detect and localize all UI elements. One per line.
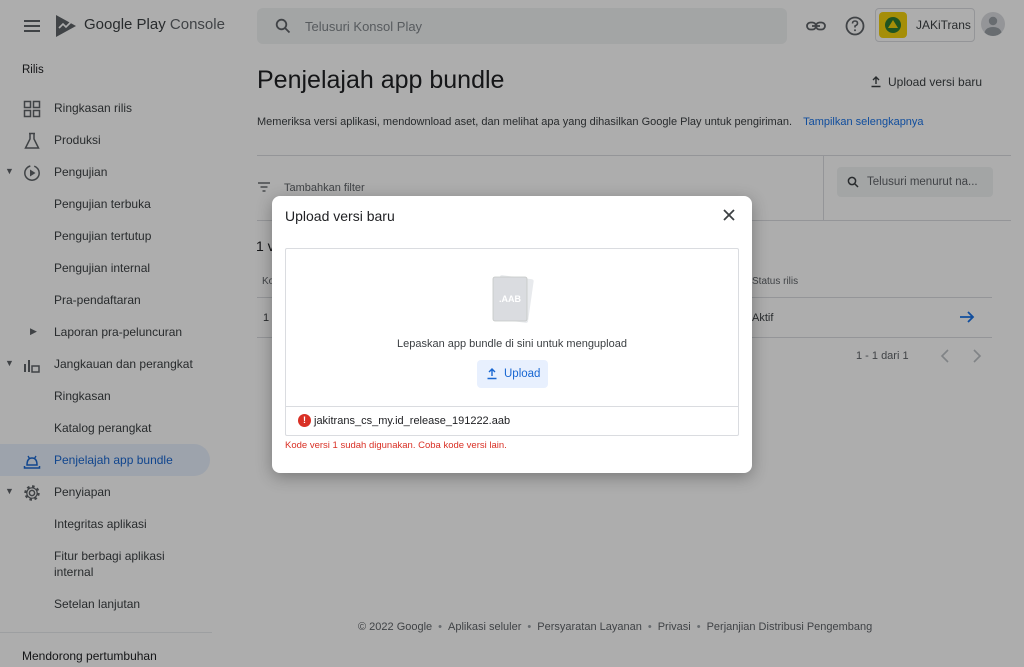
uploaded-file-name: jakitrans_cs_my.id_release_191222.aab: [314, 415, 511, 427]
close-icon[interactable]: [722, 208, 736, 222]
upload-button-label: Upload: [504, 368, 541, 380]
aab-file-badge: .AAB: [499, 294, 521, 304]
upload-error-message: Kode versi 1 sudah digunakan. Coba kode …: [285, 440, 507, 451]
upload-dialog: Upload versi baru .AAB Lepaskan app bund…: [272, 196, 752, 473]
upload-icon: [487, 368, 497, 380]
error-icon: !: [298, 414, 311, 427]
file-dropzone[interactable]: .AAB Lepaskan app bundle di sini untuk m…: [285, 248, 739, 436]
uploaded-file-row: ! jakitrans_cs_my.id_release_191222.aab: [286, 406, 738, 435]
upload-button[interactable]: Upload: [477, 360, 548, 388]
aab-file-icon: .AAB: [492, 275, 534, 323]
drop-instruction: Lepaskan app bundle di sini untuk mengup…: [397, 338, 627, 350]
dialog-title: Upload versi baru: [285, 208, 395, 224]
